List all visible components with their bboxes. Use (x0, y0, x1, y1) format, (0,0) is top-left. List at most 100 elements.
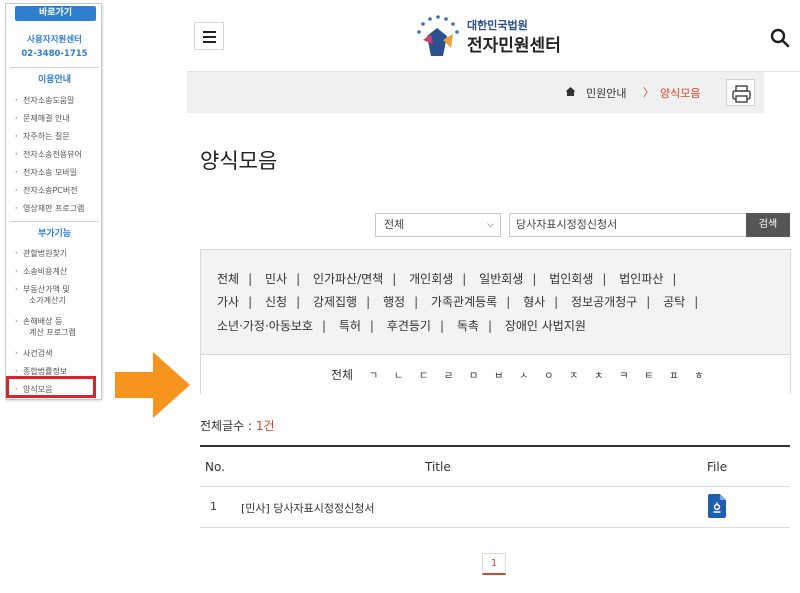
category-link[interactable]: 특허 (339, 317, 361, 334)
consonant-all[interactable]: 전체 (331, 368, 353, 382)
quick-section-usage: 이용안내 (10, 67, 99, 85)
quick-item[interactable]: › 전자소송PC버전 (15, 185, 78, 196)
pagination-current-page[interactable]: 1 (482, 553, 506, 575)
category-link[interactable]: 소년·가정·아동보호 (217, 317, 313, 334)
hamburger-line (203, 41, 216, 43)
category-select[interactable]: 전체 ⌵ (375, 213, 501, 237)
consonant-link[interactable]: ㅊ (594, 367, 603, 382)
consonant-link[interactable]: ㄱ (369, 367, 378, 382)
consonant-link[interactable]: ㅇ (544, 367, 553, 382)
quick-item[interactable]: › 전자소송전용뷰어 (15, 149, 82, 160)
arrow-right-icon (115, 352, 190, 418)
category-link[interactable]: 독촉 (457, 317, 479, 334)
category-link[interactable]: 인가파산/면책 (313, 270, 383, 287)
consonant-link[interactable]: ㅍ (669, 367, 678, 382)
hwp-file-icon[interactable] (708, 494, 726, 518)
chevron-right-icon: › (15, 267, 18, 275)
category-line-3: 소년·가정·아동보호 | 특허 | 후견등기 | 독촉 | 장애인 사법지원 (217, 317, 586, 334)
chevron-right-icon: › (15, 150, 18, 158)
column-header-no: No. (205, 460, 225, 474)
consonant-link[interactable]: ㅌ (644, 367, 653, 382)
consonant-link[interactable]: ㅅ (519, 367, 528, 382)
print-button[interactable] (726, 79, 755, 106)
menu-button[interactable] (194, 22, 224, 50)
category-link[interactable]: 법인파산 (619, 270, 663, 287)
category-link[interactable]: 후견등기 (387, 317, 431, 334)
row-title-link[interactable]: [민사] 당사자표시정정신청서 (241, 500, 375, 516)
quick-item[interactable]: › 문제해결 안내 (15, 113, 70, 124)
logo-line2: 전자민원센터 (467, 36, 561, 56)
chevron-right-icon: › (15, 249, 18, 257)
category-link[interactable]: 강제집행 (313, 293, 357, 310)
result-count: 전체글수 : 1건 (200, 417, 275, 434)
consonant-row: 전체 ㄱ ㄴ ㄷ ㄹ ㅁ ㅂ ㅅ ㅇ ㅈ ㅊ ㅋ ㅌ ㅍ ㅎ (331, 366, 704, 383)
category-link[interactable]: 민사 (265, 270, 287, 287)
hamburger-line (203, 31, 216, 33)
page-title: 양식모음 (200, 149, 278, 173)
quick-item[interactable]: › 부동산가액 및 소가계산기 (15, 284, 70, 306)
category-link[interactable]: 일반회생 (479, 270, 523, 287)
consonant-link[interactable]: ㅂ (494, 367, 503, 382)
table-row-divider (200, 527, 790, 528)
result-count-value: 1건 (255, 419, 275, 433)
category-link[interactable]: 가사 (217, 293, 239, 310)
search-icon[interactable] (770, 28, 790, 48)
column-header-file: File (707, 460, 728, 474)
support-center-name: 사용자지원센터 (27, 35, 82, 45)
category-link[interactable]: 전체 (217, 270, 239, 287)
category-link[interactable]: 장애인 사법지원 (505, 317, 586, 334)
category-link[interactable]: 정보공개청구 (571, 293, 637, 310)
quick-item[interactable]: › 소송비용계산 (15, 266, 67, 277)
consonant-link[interactable]: ㄹ (444, 367, 453, 382)
highlight-box (6, 376, 96, 398)
chevron-right-icon: › (15, 168, 18, 176)
search-input[interactable]: 당사자표시정정신청서 (509, 213, 747, 237)
category-link[interactable]: 공탁 (663, 293, 685, 310)
category-link[interactable]: 개인회생 (409, 270, 453, 287)
quick-nav-panel: 바로가기 사용자지원센터 02-3480-1715 이용안내 › 전자소송도움말 … (5, 3, 102, 400)
category-link[interactable]: 가족관계등록 (431, 293, 497, 310)
table-top-border (200, 445, 790, 447)
consonant-link[interactable]: ㅈ (569, 367, 578, 382)
quick-item[interactable]: › 영상재판 프로그램 (15, 203, 84, 214)
support-center: 사용자지원센터 02-3480-1715 (6, 33, 103, 61)
consonant-link[interactable]: ㅋ (619, 367, 628, 382)
category-filter: 전체 | 민사 | 인가파산/면책 | 개인회생 | 일반회생 | 법인회생 | 법인파산 |… (200, 249, 791, 394)
chevron-right-icon: › (15, 114, 18, 122)
column-header-title: Title (425, 460, 451, 474)
category-link[interactable]: 형사 (523, 293, 545, 310)
court-emblem-icon (417, 15, 459, 56)
quick-nav-header[interactable]: 바로가기 (15, 6, 96, 21)
chevron-right-icon: › (15, 349, 18, 357)
consonant-link[interactable]: ㅁ (469, 367, 478, 382)
result-count-label: 전체글수 : (200, 419, 256, 433)
category-line-1: 전체 | 민사 | 인가파산/면책 | 개인회생 | 일반회생 | 법인회생 | 법인파산 | (217, 270, 677, 287)
site-logo[interactable]: 대한민국법원 전자민원센터 (413, 14, 573, 60)
quick-item[interactable]: › 전자소송도움말 (15, 95, 75, 106)
hamburger-line (203, 36, 216, 38)
support-center-phone: 02-3480-1715 (21, 49, 88, 59)
quick-item[interactable]: › 자주하는 질문 (15, 131, 70, 142)
consonant-link[interactable]: ㄷ (419, 367, 428, 382)
consonant-link[interactable]: ㄴ (394, 367, 403, 382)
consonant-filter: 전체 ㄱ ㄴ ㄷ ㄹ ㅁ ㅂ ㅅ ㅇ ㅈ ㅊ ㅋ ㅌ ㅍ ㅎ (201, 354, 790, 394)
breadcrumb-item-guide[interactable]: 민원안내 (586, 85, 626, 101)
quick-item[interactable]: › 전자소송 모바일 (15, 167, 77, 178)
breadcrumb-item-forms[interactable]: 양식모음 (660, 85, 700, 101)
category-line-2: 가사 | 신청 | 강제집행 | 행정 | 가족관계등록 | 형사 | 정보공개청구 | 공탁… (217, 293, 699, 310)
chevron-right-icon: › (15, 186, 18, 194)
home-icon[interactable] (565, 86, 576, 97)
chevron-right-icon: › (15, 285, 18, 293)
search-button[interactable]: 검색 (746, 213, 790, 237)
chevron-right-icon: › (15, 317, 18, 325)
quick-item[interactable]: › 손해배상 등 계산 프로그램 (15, 316, 76, 338)
category-link[interactable]: 신청 (265, 293, 287, 310)
category-link[interactable]: 법인회생 (549, 270, 593, 287)
category-select-value: 전체 (384, 218, 405, 231)
consonant-link[interactable]: ㅎ (694, 367, 703, 382)
table-header-divider (200, 486, 790, 487)
quick-item[interactable]: › 관할법원찾기 (15, 248, 67, 259)
quick-item[interactable]: › 사건검색 (15, 348, 52, 359)
category-link[interactable]: 행정 (383, 293, 405, 310)
quick-section-extras: 부가기능 (10, 221, 99, 239)
